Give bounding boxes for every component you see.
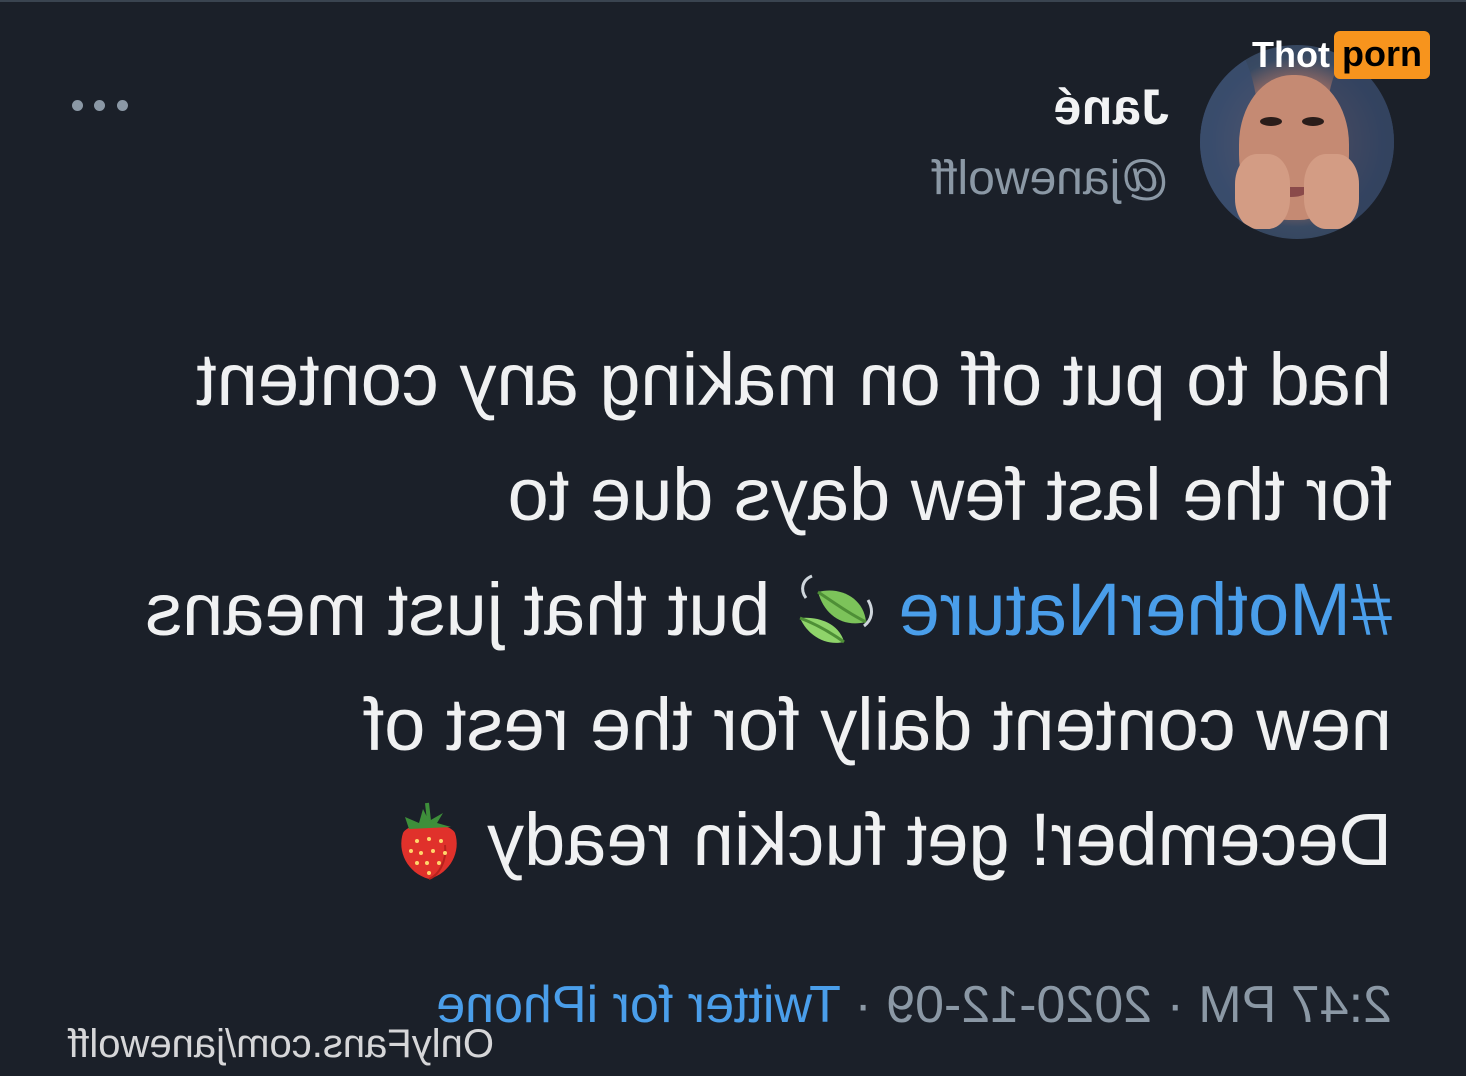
tweet-meta: 2:47 PM · 2020-12-09 · Twitter for iPhon… — [436, 975, 1392, 1035]
author-name[interactable]: Jané — [1053, 78, 1169, 136]
screen: Jané @janewolff had to put off on making… — [0, 0, 1466, 1076]
tweet-line: December! get fuckin ready — [62, 782, 1392, 897]
author-handle[interactable]: @janewolff — [932, 151, 1169, 206]
mirrored-tweet-card: Jané @janewolff had to put off on making… — [0, 0, 1466, 1076]
logo-text-orange: porn — [1333, 31, 1430, 79]
tweet-line: new content daily for the rest of — [62, 667, 1392, 782]
onlyfans-watermark: OnlyFans.com/janewolff — [67, 1022, 494, 1066]
tweet-line-text: but that just means — [145, 568, 771, 651]
tweet-line: #MotherNature but that just means — [62, 552, 1392, 667]
logo-text-white: Thot — [1252, 34, 1330, 75]
timestamp[interactable]: 2:47 PM · 2020-12-09 · — [841, 976, 1392, 1034]
more-options-icon[interactable] — [72, 90, 128, 120]
tweet-line-text: for the last few days due to — [507, 453, 1392, 536]
tweet-line: had to put off on making any content — [62, 322, 1392, 437]
leaf-icon — [794, 567, 874, 647]
source-link[interactable]: Twitter for iPhone — [436, 976, 841, 1034]
tweet-line: for the last few days due to — [62, 437, 1392, 552]
tweet-line-text: had to put off on making any content — [196, 338, 1392, 421]
tweet-line-text: new content daily for the rest of — [363, 683, 1392, 766]
site-logo: Thot porn — [1252, 31, 1430, 79]
tweet-text: had to put off on making any content for… — [62, 322, 1392, 897]
hashtag-link[interactable]: #MotherNature — [898, 568, 1392, 651]
tweet-line-text: December! get fuckin ready — [487, 798, 1392, 881]
strawberry-icon — [393, 798, 465, 881]
